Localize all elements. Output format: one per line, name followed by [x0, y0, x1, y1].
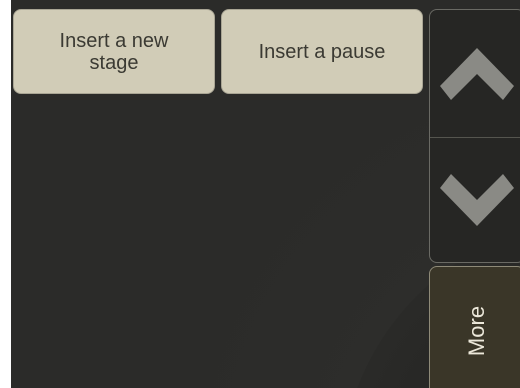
- insert-new-stage-label: Insert a new stage: [59, 29, 169, 74]
- more-label: More: [464, 305, 489, 357]
- insert-pause-button[interactable]: Insert a pause: [221, 9, 423, 94]
- dark-canvas: Insert a new stage Insert a pause More: [11, 0, 520, 388]
- insert-pause-label: Insert a pause: [258, 40, 386, 63]
- chevron-up-icon: [440, 48, 514, 100]
- scroll-panel: [429, 9, 520, 263]
- scroll-down-button[interactable]: [430, 138, 520, 262]
- more-button[interactable]: More: [429, 266, 520, 388]
- scroll-up-button[interactable]: [430, 10, 520, 138]
- chevron-down-icon: [440, 174, 514, 226]
- insert-new-stage-button[interactable]: Insert a new stage: [13, 9, 215, 94]
